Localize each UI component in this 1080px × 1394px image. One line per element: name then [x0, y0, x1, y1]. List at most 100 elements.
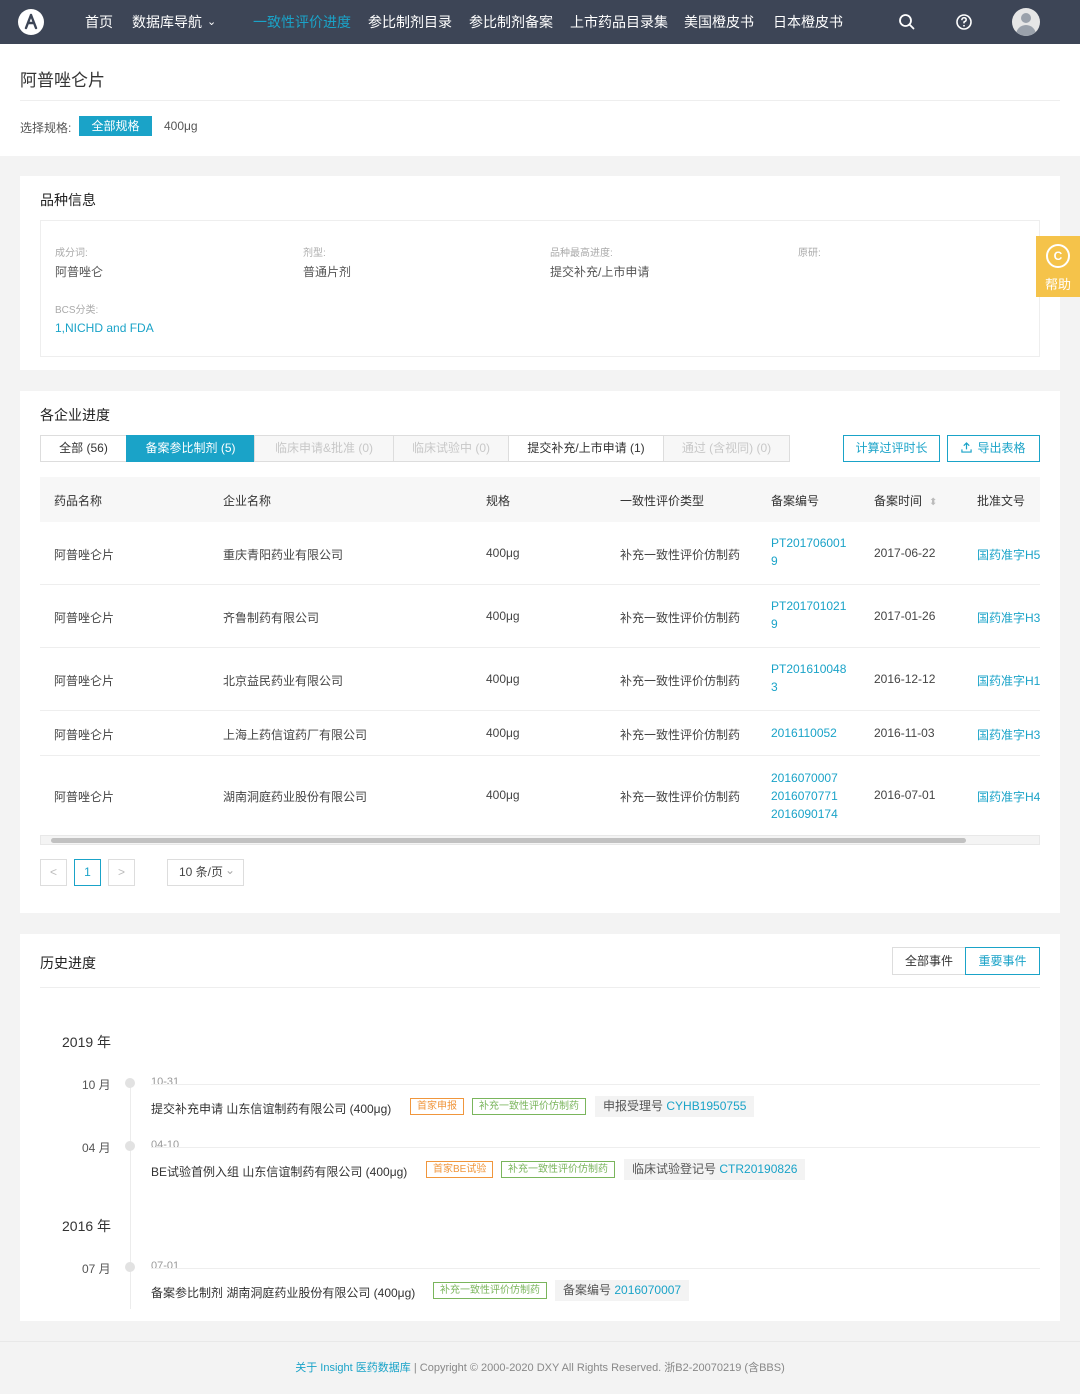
- tab-clinical-trial: 临床试验中 (0): [393, 435, 509, 462]
- timeline-dot: [125, 1262, 135, 1272]
- tag-first-filing: 首家申报: [410, 1098, 464, 1115]
- logo-icon: [24, 13, 38, 30]
- event-date: 10-31: [151, 1076, 180, 1088]
- cell-date: 2017-06-22: [874, 546, 936, 560]
- help-circle-icon: C: [1046, 244, 1070, 268]
- cell-type: 补充一致性评价仿制药: [620, 548, 741, 562]
- year-label: 2019 年: [62, 1034, 112, 1050]
- reg-label: 备案编号: [563, 1283, 612, 1297]
- event-divider: [151, 1147, 1040, 1148]
- enterprise-progress-card: 各企业进度 全部 (56) 备案参比制剂 (5) 临床申请&批准 (0) 临床试…: [20, 391, 1060, 913]
- tag-first-be: 首家BE试验: [426, 1161, 494, 1178]
- page-size-select[interactable]: 10 条/页 ⌄: [167, 859, 244, 886]
- top-navbar: 首页 数据库导航 ⌄ 一致性评价进度 参比制剂目录 参比制剂备案 上市药品目录集 …: [0, 0, 1080, 44]
- info-value-dosage-form: 普通片剂: [303, 265, 352, 279]
- event-date: 07-01: [151, 1260, 180, 1272]
- horizontal-scrollbar[interactable]: [40, 835, 1040, 845]
- event-text: BE试验首例入组 山东信谊制药有限公司 (400μg): [151, 1165, 408, 1179]
- spec-option-400[interactable]: 400μg: [164, 119, 198, 133]
- cell-type: 补充一致性评价仿制药: [620, 790, 741, 804]
- next-page-button[interactable]: >: [108, 859, 135, 886]
- tab-supplement[interactable]: 提交补充/上市申请 (1): [508, 435, 664, 462]
- table-row: 阿普唑仑片 重庆青阳药业有限公司 400μg 补充一致性评价仿制药 PT2017…: [40, 522, 1040, 585]
- footer: 关于 Insight 医药数据库 | Copyright © 2000-2020…: [0, 1341, 1080, 1393]
- cell-date: 2016-11-03: [874, 726, 935, 740]
- enterprise-progress-title: 各企业进度: [40, 407, 110, 423]
- tab-ref-filing[interactable]: 备案参比制剂 (5): [126, 435, 255, 462]
- cell-approval[interactable]: 国药准字H3: [977, 609, 1040, 626]
- nav-listed-drugs[interactable]: 上市药品目录集: [570, 0, 668, 44]
- info-label-ingredient: 成分词:: [55, 248, 88, 259]
- reg-number-link[interactable]: 2016070007: [614, 1283, 681, 1297]
- month-label: 04 月: [82, 1141, 111, 1155]
- cell-record-no[interactable]: PT201610048 3: [771, 660, 846, 696]
- history-card: 历史进度 全部事件 重要事件 2019 年 10 月 10-31 提交补充申请 …: [20, 934, 1060, 1321]
- cell-record-no[interactable]: PT201701021 9: [771, 597, 846, 633]
- info-label-originator: 原研:: [798, 248, 821, 259]
- year-label: 2016 年: [62, 1218, 112, 1234]
- col-record-date[interactable]: 备案时间 ⬍: [874, 492, 937, 509]
- tab-passed: 通过 (含视同) (0): [663, 435, 790, 462]
- cell-approval[interactable]: 国药准字H3: [977, 726, 1040, 743]
- nav-ref-filing[interactable]: 参比制剂备案: [469, 0, 553, 44]
- history-title: 历史进度: [40, 955, 96, 971]
- progress-tabs: 全部 (56) 备案参比制剂 (5) 临床申请&批准 (0) 临床试验中 (0)…: [40, 435, 840, 462]
- app-logo[interactable]: [18, 9, 44, 35]
- footer-about-link[interactable]: 关于 Insight 医药数据库: [295, 1362, 411, 1374]
- table-row: 阿普唑仑片 北京益民药业有限公司 400μg 补充一致性评价仿制药 PT2016…: [40, 648, 1040, 711]
- tag-supplement-generic: 补充一致性评价仿制药: [501, 1161, 615, 1178]
- prev-page-button[interactable]: <: [40, 859, 67, 886]
- cell-spec: 400μg: [486, 788, 520, 802]
- info-label-max-progress: 品种最高进度:: [550, 248, 613, 259]
- reg-number-link[interactable]: CYHB1950755: [666, 1099, 746, 1113]
- event-reg-number: 临床试验登记号 CTR20190826: [624, 1159, 806, 1180]
- cell-type: 补充一致性评价仿制药: [620, 674, 741, 688]
- reg-number-link[interactable]: CTR20190826: [719, 1162, 797, 1176]
- spec-label: 选择规格:: [20, 121, 72, 135]
- page-size-value: 10 条/页: [179, 865, 224, 879]
- tab-all[interactable]: 全部 (56): [40, 435, 127, 462]
- table-row: 阿普唑仑片 齐鲁制药有限公司 400μg 补充一致性评价仿制药 PT201701…: [40, 585, 1040, 648]
- cell-date: 2016-07-01: [874, 788, 936, 802]
- export-table-button[interactable]: 导出表格: [947, 435, 1040, 462]
- cell-approval[interactable]: 国药准字H1: [977, 672, 1040, 689]
- help-float-button[interactable]: C 帮助: [1036, 236, 1080, 297]
- scrollbar-thumb[interactable]: [51, 838, 966, 843]
- event-reg-number: 备案编号 2016070007: [555, 1280, 690, 1301]
- cell-drug: 阿普唑仑片: [54, 674, 115, 688]
- cell-spec: 400μg: [486, 672, 520, 686]
- cell-approval[interactable]: 国药准字H4: [977, 788, 1040, 805]
- nav-home[interactable]: 首页: [85, 0, 113, 44]
- nav-jp-orange-book[interactable]: 日本橙皮书: [773, 0, 843, 44]
- cell-drug: 阿普唑仑片: [54, 611, 115, 625]
- spec-all-button[interactable]: 全部规格: [79, 116, 152, 136]
- info-value-bcs[interactable]: 1,NICHD and FDA: [55, 321, 154, 335]
- tab-clinical-apply: 临床申请&批准 (0): [254, 435, 394, 462]
- variety-info-card: 品种信息 成分词: 阿普唑仑 剂型: 普通片剂 品种最高进度: 提交补充/上市申…: [20, 176, 1060, 370]
- divider: [20, 100, 1060, 101]
- help-label: 帮助: [1044, 277, 1071, 292]
- cell-spec: 400μg: [486, 546, 520, 560]
- cell-record-no[interactable]: 2016110052: [771, 724, 837, 742]
- sort-icon[interactable]: ⬍: [929, 497, 937, 508]
- help-icon[interactable]: [954, 12, 974, 32]
- nav-us-orange-book[interactable]: 美国橙皮书: [684, 0, 754, 44]
- cell-date: 2017-01-26: [874, 609, 936, 623]
- cell-record-no[interactable]: 2016070007 2016070771 2016090174: [771, 769, 838, 823]
- important-events-button[interactable]: 重要事件: [965, 947, 1040, 975]
- nav-database[interactable]: 数据库导航 ⌄: [132, 0, 216, 44]
- user-avatar[interactable]: [1012, 8, 1040, 36]
- all-events-button[interactable]: 全部事件: [892, 947, 966, 975]
- cell-record-no[interactable]: PT201706001 9: [771, 534, 846, 570]
- calc-duration-button[interactable]: 计算过评时长: [843, 435, 940, 462]
- nav-consistency[interactable]: 一致性评价进度: [253, 0, 351, 44]
- nav-ref-catalog[interactable]: 参比制剂目录: [368, 0, 452, 44]
- cell-approval[interactable]: 国药准字H5: [977, 546, 1040, 563]
- cell-type: 补充一致性评价仿制药: [620, 728, 741, 742]
- search-icon[interactable]: [897, 12, 917, 32]
- reg-label: 临床试验登记号: [632, 1162, 717, 1176]
- cell-company: 湖南洞庭药业股份有限公司: [223, 790, 368, 804]
- nav-database-label: 数据库导航: [132, 14, 202, 30]
- page-1-button[interactable]: 1: [74, 859, 101, 886]
- table-header: 药品名称 企业名称 规格 一致性评价类型 备案编号 备案时间 ⬍ 批准文号: [40, 477, 1040, 522]
